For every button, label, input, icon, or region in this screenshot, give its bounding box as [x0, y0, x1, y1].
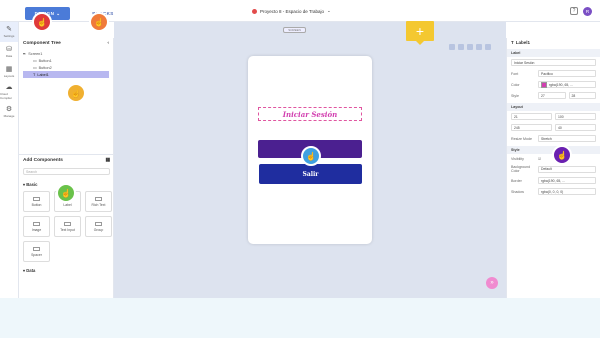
- background-field[interactable]: Default: [538, 165, 596, 173]
- pencil-icon: ✎: [6, 26, 12, 33]
- component-tree-header: Component Tree ‹: [23, 41, 109, 46]
- tap-hint-icon: ☝: [89, 12, 109, 32]
- component-tile-group[interactable]: Group: [85, 216, 112, 237]
- avatar[interactable]: R: [583, 7, 592, 16]
- section-layout[interactable]: Layout: [507, 103, 600, 111]
- tree-item-button1[interactable]: ▭ Button1: [23, 57, 109, 64]
- size-field[interactable]: 27: [538, 92, 566, 99]
- label1-component[interactable]: Iniciar Sesión: [258, 107, 362, 121]
- prop-typography: Style 27 28: [507, 90, 600, 101]
- top-right-actions: ? R: [570, 7, 592, 16]
- label-icon: T: [511, 40, 514, 45]
- add-components-header: Add Components ▦: [23, 158, 110, 163]
- border-field[interactable]: rgba(190, 65, ...: [538, 177, 596, 184]
- image-icon: [33, 221, 40, 226]
- project-selector[interactable]: Proyecto 8 - Espacio de Trabajo ⌄: [252, 8, 331, 14]
- chevron-down-icon: ⌄: [56, 10, 61, 16]
- visibility-toggle[interactable]: ☑: [538, 157, 541, 161]
- prop-color: Color rgba(190, 65, ...: [507, 79, 600, 90]
- section-label[interactable]: Label: [507, 49, 600, 57]
- x-field[interactable]: 21: [511, 113, 552, 120]
- prop-border: Border rgba(190, 65, ...: [507, 175, 600, 186]
- screen-icon: ▾▫: [23, 52, 27, 56]
- collapse-icon[interactable]: ‹: [107, 41, 109, 46]
- component-tree: ▾▫ Screen1 ▭ Button1 ▭ Button2 T Label1: [19, 48, 113, 80]
- rich-text-icon: [95, 196, 102, 201]
- database-icon: ⛁: [6, 46, 12, 53]
- left-rail: ✎ Settings ⛁ Data ▦ Layouts ☁ Cloud Compiler…: [0, 22, 19, 298]
- assistant-button[interactable]: »: [486, 277, 498, 289]
- tree-item-label1[interactable]: T Label1: [23, 71, 109, 78]
- view-icon[interactable]: [458, 44, 464, 50]
- left-panel: Component Tree ‹ ▾▫ Screen1 ▭ Button1 ▭ But…: [19, 38, 114, 298]
- label-icon: T: [33, 72, 36, 77]
- font-select[interactable]: Pacifico: [538, 70, 596, 77]
- text-field[interactable]: Iniciar Sesión: [511, 59, 596, 66]
- project-icon: [252, 8, 257, 14]
- app-window: DESIGN⌄ BLOCKS Proyecto 8 - Espacio de T…: [0, 0, 600, 298]
- add-note-icon[interactable]: +: [406, 21, 434, 45]
- color-field[interactable]: rgba(190, 65, ...: [538, 81, 596, 88]
- component-tile-rich-text[interactable]: Rich Text: [85, 191, 112, 212]
- layout-icon: ▦: [5, 66, 13, 73]
- tap-hint-icon: ☝: [301, 146, 321, 166]
- spacer-icon: [33, 246, 40, 251]
- project-name: Proyecto 8 - Espacio de Trabajo: [260, 8, 325, 14]
- prop-resize: Resize Mode Stretch: [507, 133, 600, 144]
- color-swatch: [541, 81, 547, 88]
- resize-select[interactable]: Stretch: [538, 135, 596, 142]
- view-icon[interactable]: [485, 44, 491, 50]
- category-data[interactable]: ▾ Data: [19, 264, 114, 275]
- prop-position: 21 100: [507, 111, 600, 122]
- prop-shadow: Shadow rgba(0, 0, 0, 0): [507, 186, 600, 197]
- y-field[interactable]: 100: [555, 113, 596, 120]
- cloud-icon: ☁: [5, 84, 13, 91]
- button-icon: ▭: [33, 59, 37, 63]
- rail-item-settings[interactable]: ✎ Settings: [0, 22, 18, 42]
- prop-text: Iniciar Sesión: [507, 57, 600, 68]
- canvas-view-controls: [449, 44, 491, 50]
- component-search-input[interactable]: Search: [23, 168, 110, 175]
- tree-item-screen[interactable]: ▾▫ Screen1: [23, 50, 109, 57]
- manage-icon: ⚙: [5, 106, 13, 113]
- width-field[interactable]: 245: [511, 124, 552, 131]
- tap-hint-icon: ☝: [56, 183, 76, 203]
- rail-item-data[interactable]: ⛁ Data: [0, 42, 18, 62]
- tap-hint-icon: ☝: [32, 12, 52, 32]
- button-icon: [33, 196, 40, 201]
- screen-selector[interactable]: SCREEN: [283, 27, 306, 33]
- tap-hint-icon: ☝: [552, 145, 572, 165]
- button-icon: ▭: [33, 66, 37, 70]
- component-tile-image[interactable]: Image: [23, 216, 50, 237]
- tap-hint-icon: ☝: [66, 83, 86, 103]
- component-tile-text-input[interactable]: Text Input: [54, 216, 81, 237]
- help-icon[interactable]: ?: [570, 7, 578, 15]
- view-icon[interactable]: [449, 44, 455, 50]
- prop-size: 245 40: [507, 122, 600, 133]
- view-icon[interactable]: [476, 44, 482, 50]
- group-icon: [95, 221, 102, 226]
- view-icon[interactable]: [467, 44, 473, 50]
- add-components-section: Add Components ▦ Search ▾ Basic Button L…: [19, 154, 114, 275]
- page-background: [0, 298, 600, 338]
- button2-component[interactable]: Salir: [259, 164, 362, 184]
- rail-item-manage[interactable]: ⚙ Manage: [0, 102, 18, 122]
- component-tile-button[interactable]: Button: [23, 191, 50, 212]
- line-height-field[interactable]: 28: [568, 92, 596, 99]
- prop-background: Background Color Default: [507, 163, 600, 175]
- shadow-field[interactable]: rgba(0, 0, 0, 0): [538, 188, 596, 195]
- properties-panel: T Label1 Label Iniciar Sesión Font Pacific…: [506, 38, 600, 298]
- prop-font: Font Pacifico: [507, 68, 600, 79]
- tree-item-button2[interactable]: ▭ Button2: [23, 64, 109, 71]
- properties-header: T Label1: [511, 40, 531, 45]
- height-field[interactable]: 40: [555, 124, 596, 131]
- text-input-icon: [64, 221, 71, 226]
- chevron-down-icon: ⌄: [327, 8, 331, 13]
- grid-icon[interactable]: ▦: [105, 158, 110, 163]
- rail-item-layouts[interactable]: ▦ Layouts: [0, 62, 18, 82]
- component-tile-spacer[interactable]: Spacer: [23, 241, 50, 262]
- rail-item-cloud[interactable]: ☁ Cloud Compiler: [0, 82, 18, 102]
